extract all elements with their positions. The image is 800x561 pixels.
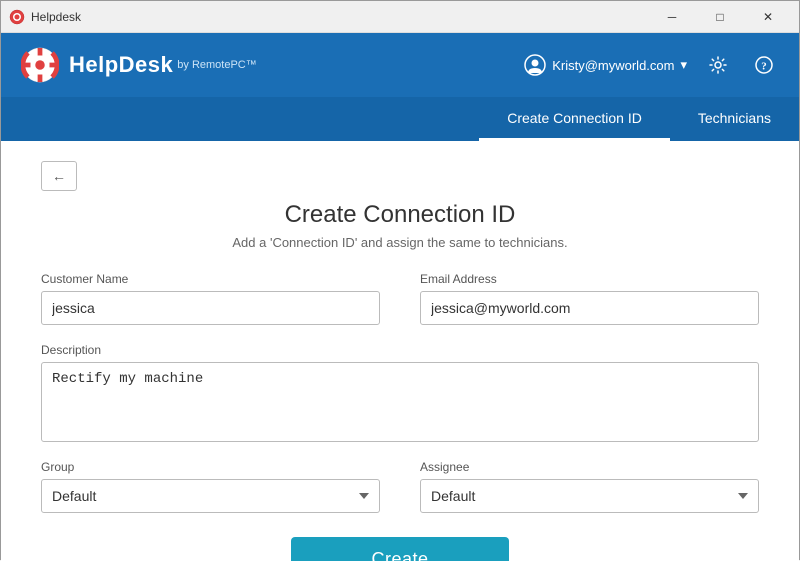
nav-item-technicians[interactable]: Technicians xyxy=(670,97,799,141)
user-dropdown-icon: ▾ xyxy=(680,57,687,73)
description-input[interactable]: Rectify my machine xyxy=(41,362,759,442)
gear-icon xyxy=(709,56,727,74)
customer-name-group: Customer Name xyxy=(41,272,380,325)
minimize-button[interactable]: ─ xyxy=(649,1,695,33)
form-row-2: Description Rectify my machine xyxy=(41,343,759,442)
app-header: HelpDesk by RemotePC™ Kristy@myworld.com… xyxy=(1,33,799,97)
help-icon: ? xyxy=(755,56,773,74)
description-group: Description Rectify my machine xyxy=(41,343,759,442)
maximize-button[interactable]: □ xyxy=(697,1,743,33)
page-subtitle: Add a 'Connection ID' and assign the sam… xyxy=(41,235,759,250)
title-bar: Helpdesk ─ □ ✕ xyxy=(1,1,799,33)
form-row-3: Group Default Group 1 Group 2 Assignee D… xyxy=(41,460,759,513)
svg-text:?: ? xyxy=(761,61,767,73)
user-menu[interactable]: Kristy@myworld.com ▾ xyxy=(524,54,687,76)
header-right: Kristy@myworld.com ▾ ? xyxy=(524,50,779,80)
form-row-1: Customer Name Email Address xyxy=(41,272,759,325)
logo-text: HelpDesk xyxy=(69,52,173,78)
email-group: Email Address xyxy=(420,272,759,325)
back-arrow-icon: ← xyxy=(52,168,66,184)
back-button[interactable]: ← xyxy=(41,161,77,191)
user-email: Kristy@myworld.com xyxy=(552,58,674,73)
help-button[interactable]: ? xyxy=(749,50,779,80)
assignee-select[interactable]: Default Assignee 1 Assignee 2 xyxy=(420,479,759,513)
nav-item-create-connection[interactable]: Create Connection ID xyxy=(479,97,670,141)
create-btn-row: Create xyxy=(41,537,759,561)
content-area: ← Create Connection ID Add a 'Connection… xyxy=(1,141,799,561)
description-label: Description xyxy=(41,343,759,357)
group-select[interactable]: Default Group 1 Group 2 xyxy=(41,479,380,513)
helpdesk-logo-icon xyxy=(21,46,59,84)
email-label: Email Address xyxy=(420,272,759,286)
settings-button[interactable] xyxy=(703,50,733,80)
app-icon xyxy=(9,9,25,25)
group-group: Group Default Group 1 Group 2 xyxy=(41,460,380,513)
window-title: Helpdesk xyxy=(31,10,649,24)
group-label: Group xyxy=(41,460,380,474)
assignee-group: Assignee Default Assignee 1 Assignee 2 xyxy=(420,460,759,513)
nav-bar: Create Connection ID Technicians xyxy=(1,97,799,141)
user-icon xyxy=(524,54,546,76)
email-input[interactable] xyxy=(420,291,759,325)
assignee-label: Assignee xyxy=(420,460,759,474)
page-title: Create Connection ID xyxy=(41,201,759,229)
customer-name-label: Customer Name xyxy=(41,272,380,286)
customer-name-input[interactable] xyxy=(41,291,380,325)
create-button[interactable]: Create xyxy=(291,537,508,561)
window-controls: ─ □ ✕ xyxy=(649,1,791,33)
close-button[interactable]: ✕ xyxy=(745,1,791,33)
logo-sub-text: by RemotePC™ xyxy=(177,59,256,71)
logo-area: HelpDesk by RemotePC™ xyxy=(21,46,524,84)
